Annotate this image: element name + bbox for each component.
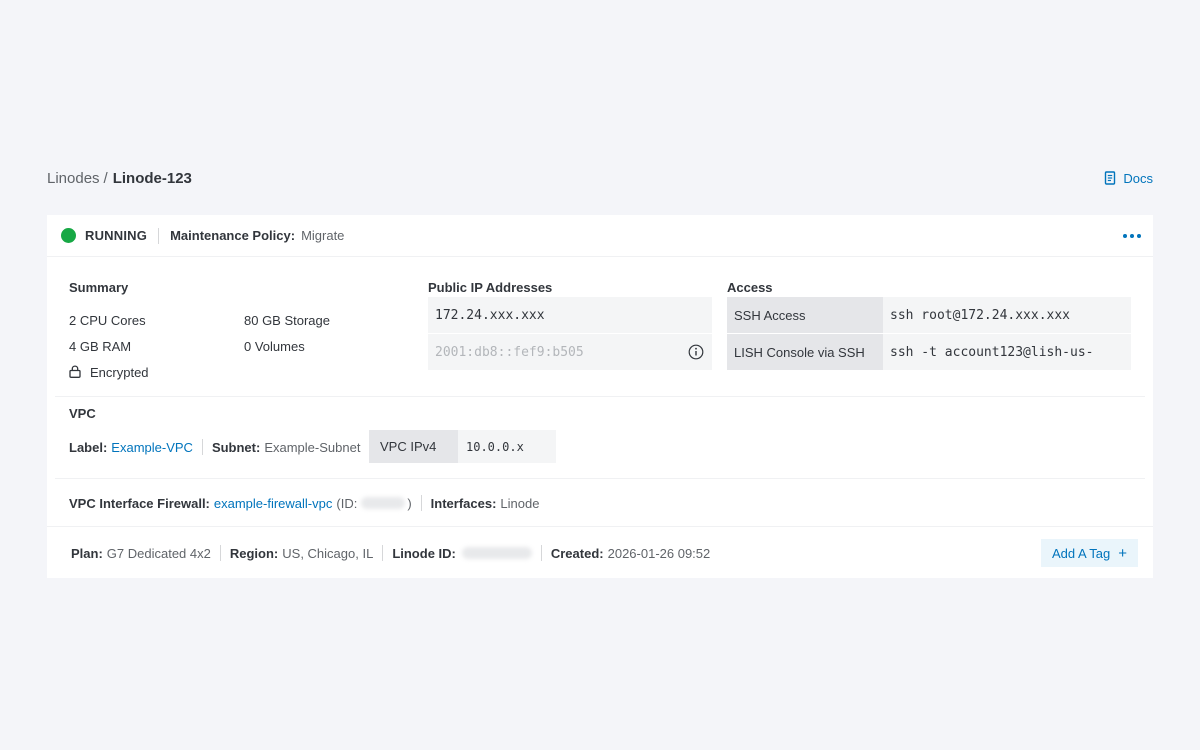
ipv6-address: 2001:db8::fef9:b505 (435, 344, 584, 360)
add-tag-button[interactable]: Add A Tag + (1041, 539, 1138, 567)
linode-detail-card: RUNNING Maintenance Policy: Migrate Summ… (47, 215, 1153, 578)
kebab-dot-icon (1130, 234, 1134, 238)
breadcrumb-separator: / (103, 169, 108, 187)
page-header: Linodes / Linode-123 Docs (47, 168, 1153, 188)
vpc-ipv4-label: VPC IPv4 (369, 430, 458, 463)
divider (55, 396, 1145, 397)
public-ip-title: Public IP Addresses (428, 280, 553, 295)
divider (540, 545, 542, 561)
lock-icon (69, 365, 81, 378)
subnet-key: Subnet: (211, 439, 261, 455)
ssh-access-label: SSH Access (727, 297, 883, 333)
info-icon[interactable] (688, 344, 704, 360)
vpc-ipv4-field: VPC IPv4 10.0.0.x (369, 430, 556, 463)
volumes: 0 Volumes (244, 339, 305, 354)
ipv6-address-box[interactable]: 2001:db8::fef9:b505 (428, 334, 712, 370)
firewall-link[interactable]: example-firewall-vpc (214, 496, 332, 511)
interfaces-value: Linode (500, 495, 540, 511)
firewall-id-redacted (361, 497, 406, 509)
divider (158, 227, 160, 244)
access-title: Access (727, 280, 773, 295)
storage: 80 GB Storage (244, 313, 330, 328)
lish-console-label: LISH Console via SSH (727, 334, 883, 370)
cpu-cores: 2 CPU Cores (69, 313, 146, 328)
ram: 4 GB RAM (69, 339, 132, 354)
divider (55, 478, 1145, 479)
maintenance-policy-label: Maintenance Policy: (170, 228, 296, 243)
status-bar: RUNNING Maintenance Policy: Migrate (47, 215, 1153, 257)
created-key: Created: (550, 545, 604, 561)
divider (219, 545, 221, 561)
add-tag-label: Add A Tag (1051, 545, 1111, 561)
plus-icon: + (1118, 544, 1128, 562)
maintenance-policy-value: Migrate (301, 228, 345, 243)
linode-id-redacted (461, 547, 532, 559)
ipv4-address-box[interactable]: 172.24.xxx.xxx (428, 297, 712, 333)
breadcrumb-linodes-link[interactable]: Linodes (47, 170, 100, 187)
ssh-access-command[interactable]: ssh root@172.24.xxx.xxx (883, 297, 1131, 333)
status-running-icon (61, 228, 76, 243)
document-icon (1105, 171, 1116, 185)
plan-info: Plan: G7 Dedicated 4x2 Region: US, Chica… (71, 545, 710, 561)
breadcrumb: Linodes / Linode-123 (47, 170, 192, 187)
vpc-label-link[interactable]: Example-VPC (111, 440, 193, 455)
firewall-key: VPC Interface Firewall: (69, 495, 210, 511)
plan-key: Plan: (71, 545, 103, 561)
region-value: US, Chicago, IL (282, 545, 374, 561)
vpc-label-key: Label: (69, 439, 108, 455)
summary-title: Summary (69, 280, 129, 295)
divider (382, 545, 384, 561)
divider (201, 439, 203, 455)
ipv4-address: 172.24.xxx.xxx (435, 307, 545, 323)
region-key: Region: (229, 545, 279, 561)
lish-console-row: LISH Console via SSH ssh -t account123@l… (727, 334, 1131, 370)
encrypted-label: Encrypted (90, 365, 149, 380)
divider (420, 495, 422, 511)
created-value: 2026-01-26 09:52 (607, 545, 711, 561)
kebab-dot-icon (1137, 234, 1141, 238)
card-footer: Plan: G7 Dedicated 4x2 Region: US, Chica… (47, 526, 1153, 578)
firewall-info: VPC Interface Firewall: example-firewall… (69, 495, 539, 511)
docs-label: Docs (1123, 170, 1153, 186)
linode-id-key: Linode ID: (392, 545, 456, 561)
lish-console-command[interactable]: ssh -t account123@lish-us- (883, 334, 1131, 370)
interfaces-key: Interfaces: (430, 495, 497, 511)
vpc-info: Label: Example-VPC Subnet: Example-Subne… (69, 439, 360, 455)
status-text: RUNNING (85, 228, 148, 243)
vpc-ipv4-value[interactable]: 10.0.0.x (458, 430, 556, 463)
vpc-title: VPC (69, 406, 96, 421)
more-actions-button[interactable] (1123, 228, 1141, 244)
kebab-dot-icon (1123, 234, 1127, 238)
subnet-value: Example-Subnet (264, 439, 361, 455)
firewall-id-close: ) (407, 495, 412, 511)
docs-link[interactable]: Docs (1104, 171, 1153, 186)
page-title[interactable]: Linode-123 (113, 170, 192, 187)
firewall-id-open: (ID: (336, 495, 358, 511)
ssh-access-row: SSH Access ssh root@172.24.xxx.xxx (727, 297, 1131, 333)
plan-value: G7 Dedicated 4x2 (106, 545, 211, 561)
